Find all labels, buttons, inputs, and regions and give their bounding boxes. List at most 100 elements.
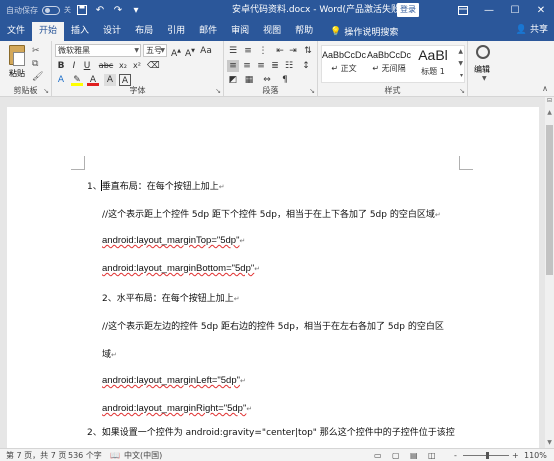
redo-icon[interactable]: ↷ [111, 3, 125, 17]
tab-design[interactable]: 设计 [96, 22, 128, 41]
strikethrough-button[interactable]: abc [98, 60, 114, 72]
doc-line-8[interactable]: android:layout_marginLeft="5dp"↵ [102, 375, 246, 386]
window-title: 安卓代码资料.docx - Word(产品激活失败) [232, 5, 404, 15]
clear-formatting-icon[interactable]: ⌫ [147, 60, 160, 72]
chevron-down-icon: ▼ [134, 47, 139, 54]
restore-button[interactable]: ☐ [502, 0, 528, 20]
zoom-slider-thumb[interactable] [486, 452, 489, 459]
copy-icon[interactable]: ⧉ [32, 59, 44, 69]
style-normal[interactable]: AaBbCcDc ↵ 正文 [322, 46, 366, 82]
gallery-more-icon[interactable]: ▾ [460, 72, 463, 79]
zoom-out-button[interactable]: - [454, 450, 457, 461]
superscript-button[interactable]: x² [131, 60, 143, 72]
tab-review[interactable]: 审阅 [224, 22, 256, 41]
tab-layout[interactable]: 布局 [128, 22, 160, 41]
document-area: 1、垂直布局：在每个按钮上加上↵ //这个表示距上个控件 5dp 距下个控件 5… [0, 97, 545, 448]
doc-line-9[interactable]: android:layout_marginRight="5dp"↵ [102, 403, 252, 414]
clipboard-launcher-icon[interactable]: ↘ [43, 87, 49, 95]
login-button[interactable]: 登录 [397, 3, 419, 17]
gallery-up-icon[interactable]: ▲ [458, 48, 463, 55]
multilevel-list-icon[interactable]: ⋮ [257, 45, 269, 57]
zoom-level[interactable]: 110% [524, 450, 547, 461]
document-page[interactable]: 1、垂直布局：在每个按钮上加上↵ //这个表示距上个控件 5dp 距下个控件 5… [7, 107, 539, 448]
styles-launcher-icon[interactable]: ↘ [459, 87, 465, 95]
page-count[interactable]: 第 7 页，共 7 页 [6, 450, 66, 461]
doc-line-2[interactable]: //这个表示距上个控件 5dp 距下个控件 5dp，相当于在上下各加了 5dp … [102, 207, 441, 220]
scrollbar-thumb[interactable] [546, 125, 553, 275]
paragraph-mark: ↵ [434, 211, 441, 219]
bullets-icon[interactable]: ☰ [227, 45, 239, 57]
shrink-font-icon[interactable]: A▼ [184, 45, 196, 59]
doc-line-4[interactable]: android:layout_marginBottom="5dp"↵ [102, 263, 260, 274]
tab-view[interactable]: 视图 [256, 22, 288, 41]
underline-button[interactable]: U [81, 60, 93, 72]
font-name-select[interactable]: 微软雅黑 ▼ [55, 44, 141, 57]
language-status[interactable]: 中文(中国) [124, 450, 162, 461]
font-launcher-icon[interactable]: ↘ [215, 87, 221, 95]
scroll-down-icon[interactable]: ▼ [545, 439, 554, 446]
customize-icon[interactable]: ▾ [129, 3, 143, 17]
close-button[interactable]: ✕ [528, 0, 554, 20]
numbering-icon[interactable]: ≡ [242, 45, 254, 57]
line-spacing-icon[interactable]: ↕ [300, 60, 312, 72]
italic-button[interactable]: I [68, 60, 80, 72]
style-no-spacing[interactable]: AaBbCcDc ↵ 无间隔 [367, 46, 411, 82]
collapse-ribbon-icon[interactable]: ∧ [542, 84, 548, 93]
tab-file[interactable]: 文件 [0, 22, 32, 41]
doc-line-6[interactable]: //这个表示距左边的控件 5dp 距右边的控件 5dp，相当于在左右各加了 5d… [102, 319, 444, 332]
doc-line-10[interactable]: 2、如果设置一个控件为 android:gravity="center|top"… [87, 425, 455, 438]
doc-line-3[interactable]: android:layout_marginTop="5dp"↵ [102, 235, 245, 246]
bold-button[interactable]: B [55, 60, 67, 72]
ruler-toggle-icon[interactable]: ⊟ [545, 97, 554, 106]
style-no-spacing-name: ↵ 无间隔 [367, 63, 411, 74]
change-case-icon[interactable]: Aa [200, 45, 212, 57]
web-layout-icon[interactable]: ◫ [428, 450, 436, 461]
ribbon-display-icon[interactable] [450, 0, 476, 20]
scroll-up-icon[interactable]: ▲ [545, 109, 554, 116]
gallery-down-icon[interactable]: ▼ [458, 60, 463, 67]
format-painter-icon[interactable]: 🖌 [32, 72, 44, 82]
sort-icon[interactable]: ⇅ [302, 45, 314, 57]
tab-references[interactable]: 引用 [160, 22, 192, 41]
proofing-icon[interactable]: 📖 [110, 450, 120, 461]
paste-icon[interactable] [9, 45, 25, 66]
print-layout-icon[interactable]: ▤ [410, 450, 418, 461]
tab-help[interactable]: 帮助 [288, 22, 320, 41]
justify-icon[interactable]: ≣ [269, 60, 281, 72]
paragraph-mark: ↵ [246, 406, 253, 413]
align-right-icon[interactable]: ≡ [255, 60, 267, 72]
distributed-icon[interactable]: ☷ [283, 60, 295, 72]
paragraph-launcher-icon[interactable]: ↘ [309, 87, 315, 95]
undo-icon[interactable]: ↶ [93, 3, 107, 17]
doc-line-1-text: 1、垂直布局：在每个按钮上加上 [87, 182, 219, 192]
read-mode-icon[interactable]: ▢ [392, 450, 400, 461]
align-left-icon[interactable]: ≡ [227, 60, 239, 72]
zoom-in-button[interactable]: + [512, 450, 519, 461]
minimize-button[interactable]: — [476, 0, 502, 20]
subscript-button[interactable]: x₂ [117, 60, 129, 72]
text-cursor [101, 180, 102, 191]
tab-mailings[interactable]: 邮件 [192, 22, 224, 41]
tab-home[interactable]: 开始 [32, 22, 65, 41]
vertical-scrollbar[interactable]: ▲ ▼ [545, 97, 554, 448]
autosave-toggle[interactable] [42, 5, 60, 15]
paste-button[interactable]: 粘贴 [9, 68, 25, 79]
focus-mode-icon[interactable]: ▭ [374, 450, 382, 461]
tell-me-search[interactable]: 💡 操作说明搜索 [330, 22, 398, 41]
cut-icon[interactable]: ✂ [32, 46, 44, 56]
increase-indent-icon[interactable]: ⇥ [287, 45, 299, 57]
decrease-indent-icon[interactable]: ⇤ [274, 45, 286, 57]
save-icon[interactable] [75, 3, 89, 17]
word-count[interactable]: 536 个字 [68, 450, 102, 461]
doc-line-1[interactable]: 1、垂直布局：在每个按钮上加上↵ [87, 179, 225, 192]
share-button[interactable]: 👤 共享 [516, 20, 548, 41]
style-heading-1[interactable]: AaBl 标题 1 [412, 46, 454, 82]
doc-line-7[interactable]: 域↵ [102, 347, 117, 360]
font-label: 字体 [129, 86, 146, 95]
font-size-select[interactable]: 五号 ▼ [143, 44, 167, 57]
tab-insert[interactable]: 插入 [64, 22, 96, 41]
align-center-icon[interactable]: ≡ [241, 60, 253, 72]
doc-line-5[interactable]: 2、水平布局：在每个按钮上加上↵ [102, 291, 240, 304]
editing-group[interactable]: 编辑 ▼ [468, 41, 504, 97]
grow-font-icon[interactable]: A▲ [170, 45, 182, 59]
